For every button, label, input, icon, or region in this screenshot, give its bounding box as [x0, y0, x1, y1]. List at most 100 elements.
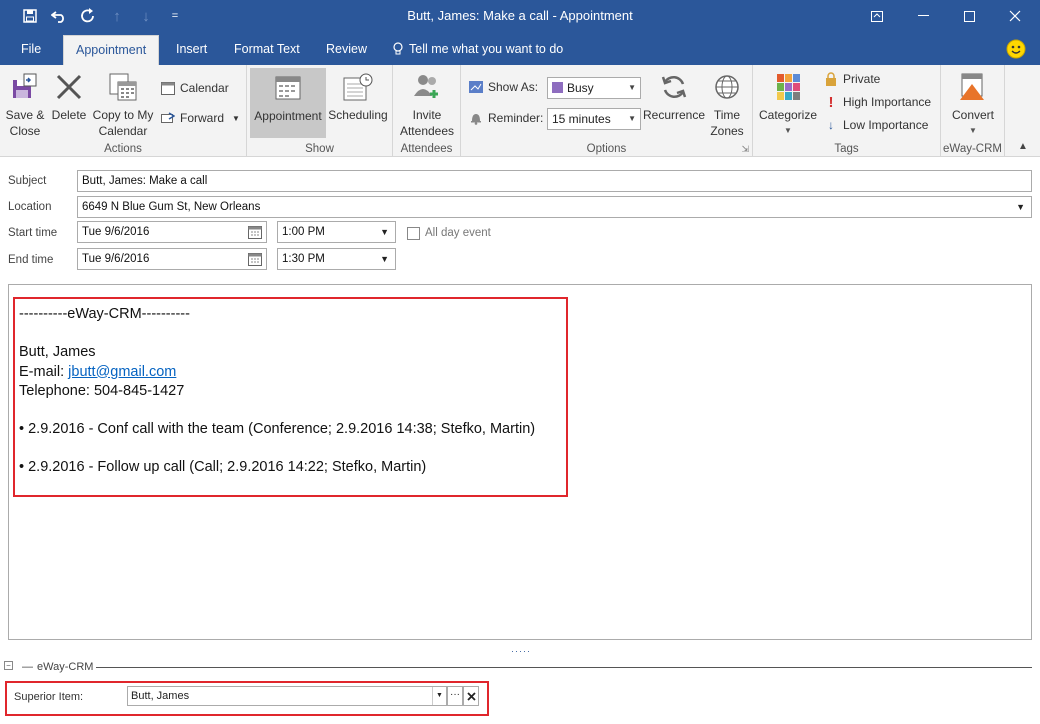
calendar-button[interactable]: Calendar: [160, 78, 229, 98]
end-time-value: 1:30 PM: [282, 253, 325, 265]
scheduling-button[interactable]: Scheduling: [327, 69, 389, 123]
dialog-launcher-icon[interactable]: ⇲: [741, 144, 749, 155]
reminder-value: 15 minutes: [552, 112, 611, 126]
group-options: Show As: Busy ▼ Reminder: 15 minutes ▼ R…: [461, 65, 753, 157]
categorize-button[interactable]: Categorize ▼: [755, 69, 821, 139]
reminder-dropdown[interactable]: 15 minutes ▼: [547, 108, 641, 130]
superior-item-value: Butt, James: [131, 690, 190, 702]
chevron-down-icon[interactable]: ▼: [1016, 197, 1025, 217]
calendar-picker-icon[interactable]: [248, 225, 262, 246]
tell-me-box[interactable]: Tell me what you want to do: [380, 33, 575, 65]
telephone: Telephone: 504-845-1427: [19, 382, 185, 399]
appointment-view-label: Appointment: [254, 109, 322, 123]
tell-me-label: Tell me what you want to do: [409, 42, 564, 56]
tab-file[interactable]: File: [9, 33, 53, 65]
ribbon-tabs: File Appointment Insert Format Text Revi…: [0, 33, 1040, 65]
tab-format-text[interactable]: Format Text: [222, 33, 312, 65]
forward-dropdown-icon[interactable]: ▼: [232, 114, 240, 123]
superior-item-input[interactable]: Butt, James ▼: [127, 686, 447, 706]
options-group-label: Options: [586, 143, 627, 155]
all-day-label: All day event: [425, 227, 491, 239]
pane-splitter[interactable]: ·····: [0, 640, 1040, 658]
convert-icon: [955, 69, 991, 105]
email-label: E-mail:: [19, 363, 69, 380]
group-actions: Save & Close Delete Copy to My Calendar …: [0, 65, 247, 157]
start-time-input[interactable]: 1:00 PM ▼: [277, 221, 396, 243]
low-importance-button[interactable]: ↓ Low Importance: [823, 115, 928, 135]
show-as-dropdown[interactable]: Busy ▼: [547, 77, 641, 99]
appointment-form: Subject Butt, James: Make a call Locatio…: [0, 158, 1040, 284]
collapse-ribbon-icon[interactable]: ▲: [1018, 141, 1028, 152]
tab-insert[interactable]: Insert: [164, 33, 219, 65]
collapse-toggle-icon[interactable]: −: [4, 661, 13, 670]
clear-icon[interactable]: [463, 686, 479, 706]
forward-button[interactable]: Forward ▼: [160, 108, 240, 128]
high-importance-button[interactable]: ! High Importance: [823, 92, 932, 112]
bell-icon: [468, 110, 484, 126]
convert-button[interactable]: Convert ▼: [945, 69, 1001, 139]
chevron-down-icon[interactable]: ▼: [380, 249, 389, 269]
high-importance-label: High Importance: [843, 95, 932, 109]
email-link[interactable]: jbutt@gmail.com: [68, 364, 176, 380]
chevron-down-icon: ▼: [628, 114, 636, 123]
smiley-icon[interactable]: [1006, 39, 1026, 62]
tab-review[interactable]: Review: [314, 33, 379, 65]
invite-attendees-icon: [409, 69, 445, 105]
convert-label: Convert: [951, 108, 995, 122]
end-time-label: End time: [8, 254, 54, 266]
start-time-value: 1:00 PM: [282, 226, 325, 238]
categorize-label: Categorize: [758, 108, 818, 122]
email-row: E-mail: jbutt@gmail.com: [19, 363, 535, 382]
time-zones-button[interactable]: Time Zones: [707, 69, 747, 139]
location-input[interactable]: 6649 N Blue Gum St, New Orleans ▼: [77, 196, 1032, 218]
all-day-checkbox[interactable]: [407, 227, 420, 240]
message-body[interactable]: ----------eWay-CRM---------- Butt, James…: [8, 284, 1032, 640]
globe-icon: [709, 69, 745, 105]
invite-attendees-label: Invite Attendees: [399, 108, 455, 138]
recurrence-button[interactable]: Recurrence: [643, 69, 705, 123]
chevron-down-icon: ▼: [628, 83, 636, 92]
invite-attendees-button[interactable]: Invite Attendees: [397, 69, 457, 139]
private-button[interactable]: Private: [823, 69, 880, 89]
copy-to-calendar-button[interactable]: Copy to My Calendar: [90, 69, 156, 139]
appointment-view-button[interactable]: Appointment: [250, 68, 326, 138]
show-as-icon: [468, 79, 484, 95]
show-as-value: Busy: [567, 81, 594, 95]
recurrence-icon: [656, 69, 692, 105]
save-close-label: Save & Close: [5, 108, 45, 138]
minimize-icon[interactable]: [900, 0, 946, 32]
splitter-grip-icon[interactable]: ·····: [511, 646, 531, 656]
end-date-input[interactable]: Tue 9/6/2016: [77, 248, 267, 270]
chevron-down-icon[interactable]: ▼: [380, 222, 389, 242]
calendar-label: Calendar: [180, 81, 229, 95]
forward-icon: [160, 110, 176, 126]
divider: [96, 667, 1032, 668]
start-date-input[interactable]: Tue 9/6/2016: [77, 221, 267, 243]
eway-group-label: eWay-CRM: [943, 143, 1002, 155]
delete-button[interactable]: Delete: [49, 69, 89, 123]
time-zones-label: Time Zones: [710, 108, 744, 138]
location-label: Location: [8, 201, 52, 213]
calendar-picker-icon[interactable]: [248, 252, 262, 273]
close-icon[interactable]: [992, 0, 1038, 32]
forward-label: Forward: [180, 111, 225, 125]
ribbon-display-icon[interactable]: [854, 0, 900, 32]
scheduling-icon: [340, 69, 376, 105]
exclamation-icon: !: [828, 93, 834, 111]
maximize-icon[interactable]: [946, 0, 992, 32]
title-bar: ↑ ↓ = Butt, James: Make a call - Appoint…: [0, 0, 1040, 33]
save-close-button[interactable]: Save & Close: [3, 69, 47, 139]
tab-appointment[interactable]: Appointment: [63, 35, 160, 65]
copy-to-calendar-label: Copy to My Calendar: [92, 108, 154, 138]
chevron-down-icon[interactable]: ▼: [432, 687, 446, 705]
low-importance-label: Low Importance: [843, 118, 929, 132]
down-arrow-icon: ↓: [828, 118, 834, 132]
categorize-dropdown-icon: ▼: [784, 126, 792, 135]
reminder-label: Reminder:: [488, 111, 544, 125]
ribbon: Save & Close Delete Copy to My Calendar …: [0, 65, 1040, 157]
contact-name: Butt, James: [19, 344, 96, 361]
end-time-input[interactable]: 1:30 PM ▼: [277, 248, 396, 270]
start-date-value: Tue 9/6/2016: [82, 226, 150, 238]
browse-icon[interactable]: ···: [447, 686, 463, 706]
subject-input[interactable]: Butt, James: Make a call: [77, 170, 1032, 192]
